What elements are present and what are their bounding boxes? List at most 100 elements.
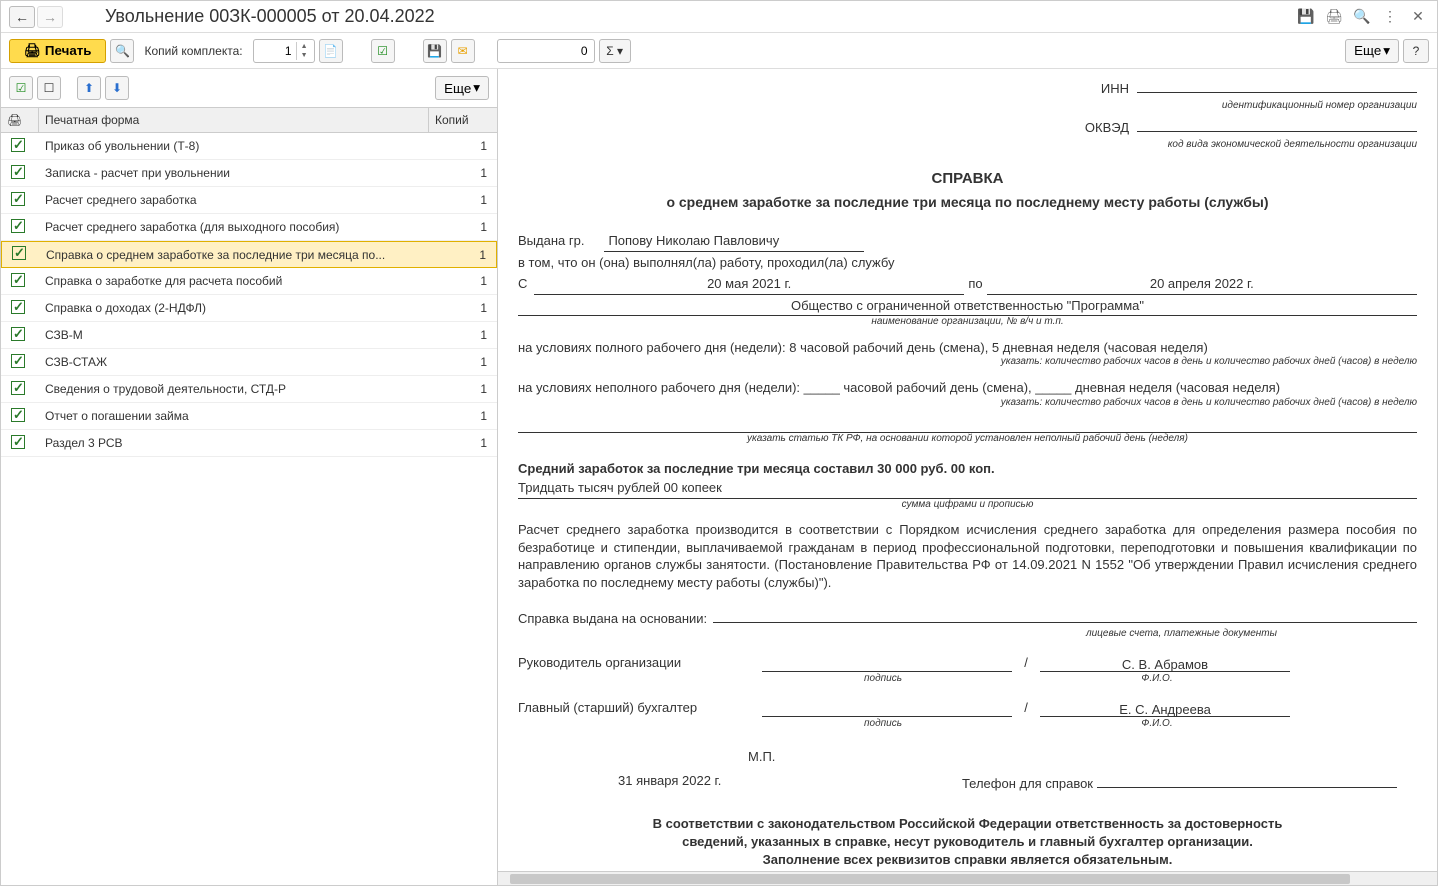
form-row[interactable]: Расчет среднего заработка1 <box>1 187 497 214</box>
header-print-icon: 🖨 <box>1 108 39 132</box>
form-row[interactable]: Отчет о погашении займа1 <box>1 403 497 430</box>
checkbox-icon[interactable] <box>11 192 25 206</box>
phone-field <box>1097 772 1397 788</box>
chevron-down-icon: ▾ <box>1383 43 1390 59</box>
fio-head: С. В. Абрамов <box>1040 656 1290 672</box>
avg-sub: сумма цифрами и прописью <box>518 498 1417 512</box>
form-row[interactable]: Расчет среднего заработка (для выходного… <box>1 214 497 241</box>
spin-up-icon[interactable]: ▲ <box>296 42 312 51</box>
print-icon[interactable]: 🖨 <box>1323 7 1345 27</box>
sign-sub1: подпись <box>758 672 1008 686</box>
form-label: Отчет о погашении займа <box>39 406 429 426</box>
checkbox-icon[interactable] <box>11 408 25 422</box>
form-label: Сведения о трудовой деятельности, СТД-Р <box>39 379 429 399</box>
sigma-button[interactable]: Σ ▾ <box>599 39 631 63</box>
form-copies: 1 <box>429 271 497 291</box>
scrollbar-thumb[interactable] <box>510 874 1350 884</box>
edit-icon-button[interactable]: ☑ <box>371 39 395 63</box>
calc-text: Расчет среднего заработка производится в… <box>518 521 1417 591</box>
form-row[interactable]: Раздел 3 РСВ1 <box>1 430 497 457</box>
form-row[interactable]: СЗВ-М1 <box>1 322 497 349</box>
form-row[interactable]: СЗВ-СТАЖ1 <box>1 349 497 376</box>
form-label: СЗВ-М <box>39 325 429 345</box>
form-copies: 1 <box>429 352 497 372</box>
fulltime-line: на условиях полного рабочего дня (недели… <box>518 339 1417 357</box>
parttime-line: на условиях неполного рабочего дня (неде… <box>518 379 1417 397</box>
fio-sub1: Ф.И.О. <box>1032 672 1282 686</box>
header-copies-label: Копий <box>429 108 497 132</box>
that-line: в том, что он (она) выполнял(ла) работу,… <box>518 254 1417 272</box>
move-up-button[interactable]: ⬆ <box>77 76 101 100</box>
to-label: по <box>968 275 982 293</box>
form-row[interactable]: Справка о среднем заработке за последние… <box>1 241 497 268</box>
issued-name: Попову Николаю Павловичу <box>604 232 864 252</box>
form-label: Справка о среднем заработке за последние… <box>40 245 428 265</box>
magnifier-button[interactable]: 🔍 <box>110 39 134 63</box>
form-label: Справка о заработке для расчета пособий <box>39 271 429 291</box>
preview-icon[interactable]: 🔍 <box>1351 7 1373 27</box>
form-row[interactable]: Справка о доходах (2-НДФЛ)1 <box>1 295 497 322</box>
form-row[interactable]: Приказ об увольнении (Т-8)1 <box>1 133 497 160</box>
printer-icon: 🖨 <box>24 43 41 59</box>
phone-label: Телефон для справок <box>962 775 1093 793</box>
disk-save-button[interactable]: 💾 <box>423 39 447 63</box>
form-label: СЗВ-СТАЖ <box>39 352 429 372</box>
checkbox-icon[interactable] <box>11 138 25 152</box>
checkbox-icon[interactable] <box>11 354 25 368</box>
parttime-sub: указать: количество рабочих часов в день… <box>518 396 1417 410</box>
copies-input[interactable] <box>254 42 296 60</box>
kebab-icon[interactable]: ⋮ <box>1379 7 1401 27</box>
form-row[interactable]: Справка о заработке для расчета пособий1 <box>1 268 497 295</box>
horizontal-scrollbar[interactable] <box>498 871 1437 885</box>
checkbox-icon[interactable] <box>12 246 26 260</box>
more-button-left[interactable]: Еще▾ <box>435 76 489 100</box>
form-copies: 1 <box>428 245 496 265</box>
checkbox-icon[interactable] <box>11 219 25 233</box>
zero-field[interactable] <box>497 39 595 63</box>
email-button[interactable]: ✉ <box>451 39 475 63</box>
checkbox-icon[interactable] <box>11 273 25 287</box>
window-title: Увольнение 00ЗК-000005 от 20.04.2022 <box>105 6 1295 27</box>
form-copies: 1 <box>429 136 497 156</box>
form-copies: 1 <box>429 298 497 318</box>
help-button[interactable]: ? <box>1403 39 1429 63</box>
doc-icon-button[interactable]: 📄 <box>319 39 343 63</box>
date-from: 20 мая 2021 г. <box>534 275 964 295</box>
forward-button[interactable]: → <box>37 6 63 28</box>
form-label: Справка о доходах (2-НДФЛ) <box>39 298 429 318</box>
form-copies: 1 <box>429 325 497 345</box>
uncheck-all-button[interactable]: ☐ <box>37 76 61 100</box>
save-icon[interactable]: 💾 <box>1295 7 1317 27</box>
sign-acc-line <box>762 701 1012 717</box>
form-label: Расчет среднего заработка (для выходного… <box>39 217 429 237</box>
print-button[interactable]: 🖨 Печать <box>9 39 106 63</box>
move-down-button[interactable]: ⬇ <box>105 76 129 100</box>
checkbox-icon[interactable] <box>11 381 25 395</box>
form-row[interactable]: Записка - расчет при увольнении1 <box>1 160 497 187</box>
inn-sub: идентификационный номер организации <box>518 99 1417 113</box>
okved-label: ОКВЭД <box>1085 119 1129 137</box>
chevron-down-icon: ▾ <box>473 80 480 96</box>
fio-sub2: Ф.И.О. <box>1032 717 1282 731</box>
basis-field <box>713 607 1417 623</box>
date-to: 20 апреля 2022 г. <box>987 275 1417 295</box>
form-copies: 1 <box>429 163 497 183</box>
forms-table-header: 🖨 Печатная форма Копий <box>1 108 497 133</box>
more-button-top[interactable]: Еще▾ <box>1345 39 1399 63</box>
checkbox-icon[interactable] <box>11 165 25 179</box>
back-button[interactable]: ← <box>9 6 35 28</box>
checkbox-icon[interactable] <box>11 300 25 314</box>
footer-line-2: сведений, указанных в справке, несут рук… <box>518 833 1417 851</box>
copies-spinner[interactable]: ▲ ▼ <box>253 39 315 63</box>
footer-line-1: В соответствии с законодательством Росси… <box>518 815 1417 833</box>
checkbox-icon[interactable] <box>11 435 25 449</box>
issued-label: Выдана гр. <box>518 232 584 250</box>
checkbox-icon[interactable] <box>11 327 25 341</box>
footer-line-3: Заполнение всех реквизитов справки являе… <box>518 851 1417 869</box>
spin-down-icon[interactable]: ▼ <box>296 51 312 60</box>
close-icon[interactable]: ✕ <box>1407 7 1429 27</box>
form-copies: 1 <box>429 190 497 210</box>
check-all-button[interactable]: ☑ <box>9 76 33 100</box>
form-row[interactable]: Сведения о трудовой деятельности, СТД-Р1 <box>1 376 497 403</box>
from-label: С <box>518 275 530 293</box>
